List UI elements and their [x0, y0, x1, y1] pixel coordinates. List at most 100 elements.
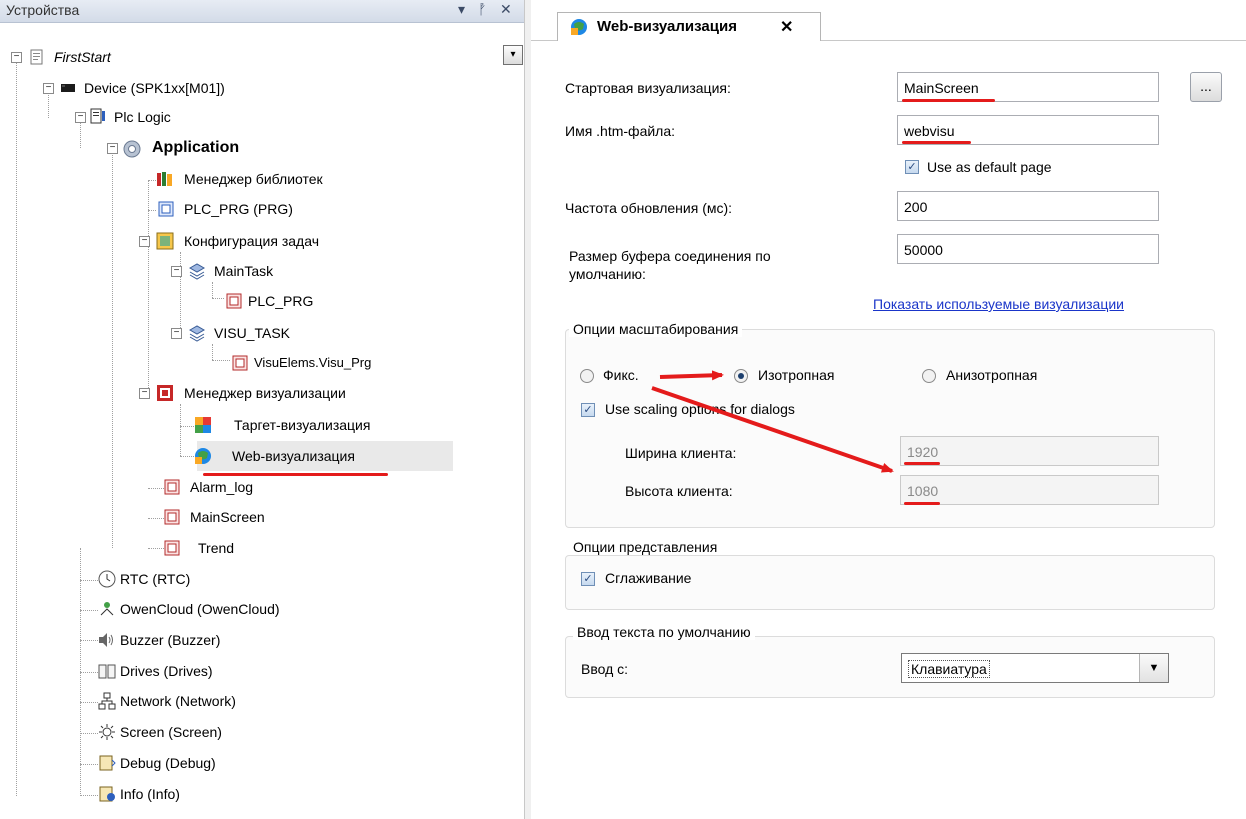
- update-rate-label: Частота обновления (мс):: [565, 200, 733, 216]
- collapse-icon[interactable]: −: [139, 388, 150, 399]
- tree-line: [212, 298, 224, 299]
- tree-line: [148, 180, 156, 181]
- web-visu-globe-icon: [195, 448, 211, 464]
- tree-line: [180, 426, 194, 427]
- radio-fixed[interactable]: [580, 369, 594, 383]
- client-height-label: Высота клиента:: [625, 483, 733, 499]
- antialiasing-checkbox[interactable]: ✓: [581, 572, 595, 586]
- radio-isotropic[interactable]: [734, 369, 748, 383]
- collapse-icon[interactable]: −: [11, 52, 22, 63]
- tree-line: [80, 702, 98, 703]
- devices-pane-title: Устройства: [6, 2, 80, 18]
- target-visu-icon: [195, 417, 211, 433]
- tree-item-label: Device (SPK1xx[M01]): [84, 80, 225, 96]
- tree-item-label: Plc Logic: [114, 109, 171, 125]
- tree-line: [112, 148, 113, 548]
- tree-line: [80, 733, 98, 734]
- tree-item-label: Info (Info): [120, 786, 180, 802]
- device-icon: [61, 84, 75, 92]
- tree-line: [80, 795, 98, 796]
- collapse-icon[interactable]: −: [139, 236, 150, 247]
- program-icon: [158, 201, 174, 217]
- tree-line: [148, 548, 164, 549]
- tree-item-label: Web-визуализация: [232, 448, 355, 464]
- tree-item-label: Screen (Screen): [120, 724, 222, 740]
- tree-line: [180, 456, 194, 457]
- editor-tabbar: Web-визуализация ✕: [531, 0, 1246, 41]
- devices-pane-header: Устройства ▾ ᚡ ✕: [0, 0, 524, 23]
- close-pane-icon[interactable]: ✕: [500, 1, 512, 18]
- tree-item-label: Application: [152, 139, 240, 156]
- htm-file-label: Имя .htm-файла:: [565, 123, 676, 139]
- radio-anisotropic[interactable]: [922, 369, 936, 383]
- application-gear-icon: [123, 140, 141, 158]
- tree-item-label: Buzzer (Buzzer): [120, 632, 221, 648]
- pin-icon[interactable]: ᚡ: [478, 1, 486, 17]
- program-call-icon: [226, 293, 242, 309]
- collapse-icon[interactable]: −: [171, 266, 182, 277]
- collapse-icon[interactable]: −: [171, 328, 182, 339]
- web-visu-globe-icon: [571, 19, 587, 35]
- debug-icon: [99, 755, 116, 771]
- input-source-select[interactable]: Клавиатура ▼: [901, 653, 1169, 683]
- client-width-label: Ширина клиента:: [625, 445, 737, 461]
- default-page-checkbox[interactable]: ✓: [905, 160, 919, 174]
- tree-item-label: Drives (Drives): [120, 663, 213, 679]
- tab-label: Web-визуализация: [597, 18, 737, 35]
- tree-line: [16, 58, 17, 796]
- annotation-underline: [904, 502, 940, 505]
- start-visu-field[interactable]: MainScreen: [897, 72, 1159, 102]
- tree-item-label: VISU_TASK: [214, 325, 290, 341]
- tree-line: [212, 344, 213, 360]
- tree-item-label: Менеджер библиотек: [184, 171, 323, 187]
- tree-line: [148, 180, 149, 390]
- scaling-dialogs-checkbox[interactable]: ✓: [581, 403, 595, 417]
- tree-item-label: OwenCloud (OwenCloud): [120, 601, 280, 617]
- program-call-icon: [232, 355, 248, 371]
- collapse-icon[interactable]: −: [75, 112, 86, 123]
- task-stack-icon: [188, 325, 206, 342]
- tree-item-label: VisuElems.Visu_Prg: [254, 355, 372, 370]
- network-icon: [98, 692, 116, 710]
- update-rate-field[interactable]: 200: [897, 191, 1159, 221]
- tree-item-label: Trend: [198, 540, 235, 556]
- collapse-icon[interactable]: −: [43, 83, 54, 94]
- tree-line: [212, 282, 213, 298]
- tree-scroll-dropdown[interactable]: ▾: [503, 45, 523, 65]
- radio-anisotropic-label: Анизотропная: [946, 367, 1038, 383]
- tree-item-label: PLC_PRG: [248, 293, 314, 309]
- library-books-icon: [157, 172, 172, 186]
- tree-item-label: MainScreen: [190, 509, 265, 525]
- tree-line: [80, 548, 81, 796]
- tree-item-label: Alarm_log: [190, 479, 254, 495]
- annotation-underline: [902, 99, 995, 102]
- chevron-down-icon[interactable]: ▼: [1139, 654, 1168, 682]
- visualization-icon: [164, 540, 180, 556]
- radio-isotropic-label: Изотропная: [758, 367, 835, 383]
- buffer-size-field[interactable]: 50000: [897, 234, 1159, 264]
- close-tab-icon[interactable]: ✕: [780, 17, 793, 37]
- tab-web-visu[interactable]: Web-визуализация ✕: [557, 12, 821, 41]
- default-page-label: Use as default page: [927, 159, 1052, 175]
- tree-item-label: Debug (Debug): [120, 755, 216, 771]
- scaling-options-title: Опции масштабирования: [569, 321, 743, 337]
- tree-item-label: Network (Network): [120, 693, 236, 709]
- tree-line: [80, 672, 98, 673]
- client-height-field[interactable]: 1080: [900, 475, 1159, 505]
- plc-logic-icon: [90, 108, 105, 124]
- tree-item-label: FirstStart: [54, 49, 111, 65]
- presentation-options-title: Опции представления: [569, 539, 722, 555]
- pane-menu-icon[interactable]: ▾: [458, 1, 465, 18]
- browse-visu-button[interactable]: ...: [1190, 72, 1222, 102]
- info-icon: [99, 786, 115, 802]
- tree-item-label: MainTask: [214, 263, 274, 279]
- tree-item-label: Таргет-визуализация: [234, 417, 371, 433]
- collapse-icon[interactable]: −: [107, 143, 118, 154]
- visu-manager-icon: [157, 385, 173, 401]
- start-visu-label: Стартовая визуализация:: [565, 80, 731, 96]
- show-used-visu-link[interactable]: Показать используемые визуализации: [873, 296, 1124, 312]
- input-source-label: Ввод с:: [581, 661, 629, 677]
- annotation-underline: [904, 462, 940, 465]
- speaker-icon: [99, 633, 113, 647]
- visualization-icon: [164, 479, 180, 495]
